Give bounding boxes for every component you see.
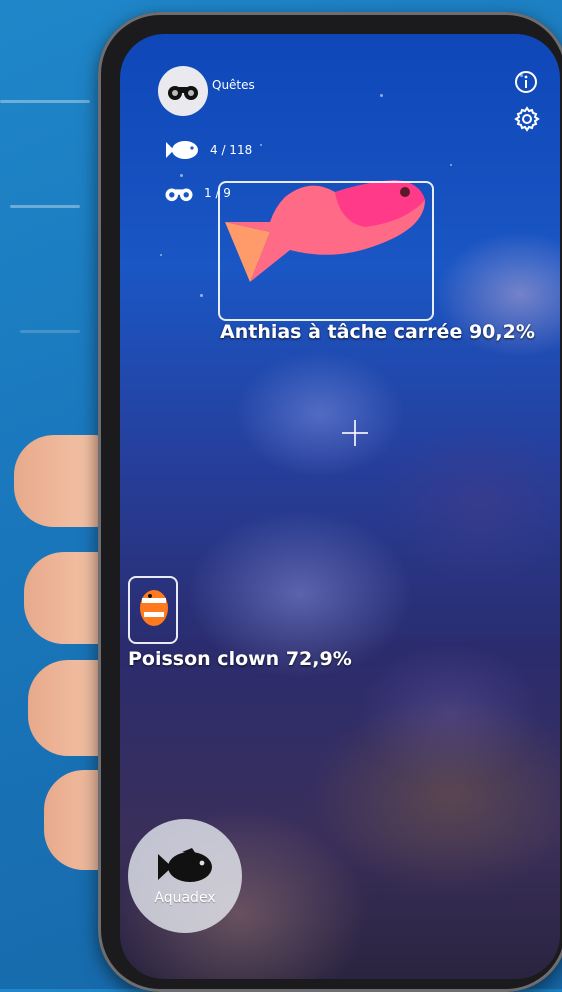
water-streak <box>10 205 80 208</box>
detection-label-clownfish: Poisson clown 72,9% <box>128 648 352 670</box>
water-streak <box>20 330 80 333</box>
detection-box-anthias[interactable] <box>218 181 434 321</box>
bubble <box>380 94 383 97</box>
fish-count-stat: 4 / 118 <box>164 138 252 162</box>
quests-label[interactable]: Quêtes <box>212 78 255 92</box>
aquadex-label: Aquadex <box>154 890 216 906</box>
crosshair-icon <box>342 420 368 446</box>
bubble <box>200 294 203 297</box>
bubble <box>160 254 162 256</box>
detection-box-clownfish[interactable] <box>128 576 178 644</box>
camera-view: Anthias à tâche carrée 90,2% Poisson clo… <box>120 34 560 979</box>
quests-button[interactable] <box>158 66 208 116</box>
gear-icon[interactable] <box>514 106 540 132</box>
water-streak <box>0 100 90 103</box>
quest-count-stat: 1 / 9 <box>164 184 231 202</box>
bubble <box>260 144 262 146</box>
info-icon[interactable] <box>514 70 538 94</box>
aquadex-button[interactable]: Aquadex <box>128 819 242 933</box>
fish-icon <box>166 141 198 159</box>
binoculars-icon <box>168 86 198 100</box>
detection-label-anthias: Anthias à tâche carrée 90,2% <box>220 321 535 343</box>
fish-icon <box>158 848 212 882</box>
bubble <box>180 174 183 177</box>
bubble <box>450 164 452 166</box>
fish-count: 4 / 118 <box>210 143 253 157</box>
quest-count: 1 / 9 <box>204 186 231 200</box>
binoculars-icon <box>165 188 193 202</box>
